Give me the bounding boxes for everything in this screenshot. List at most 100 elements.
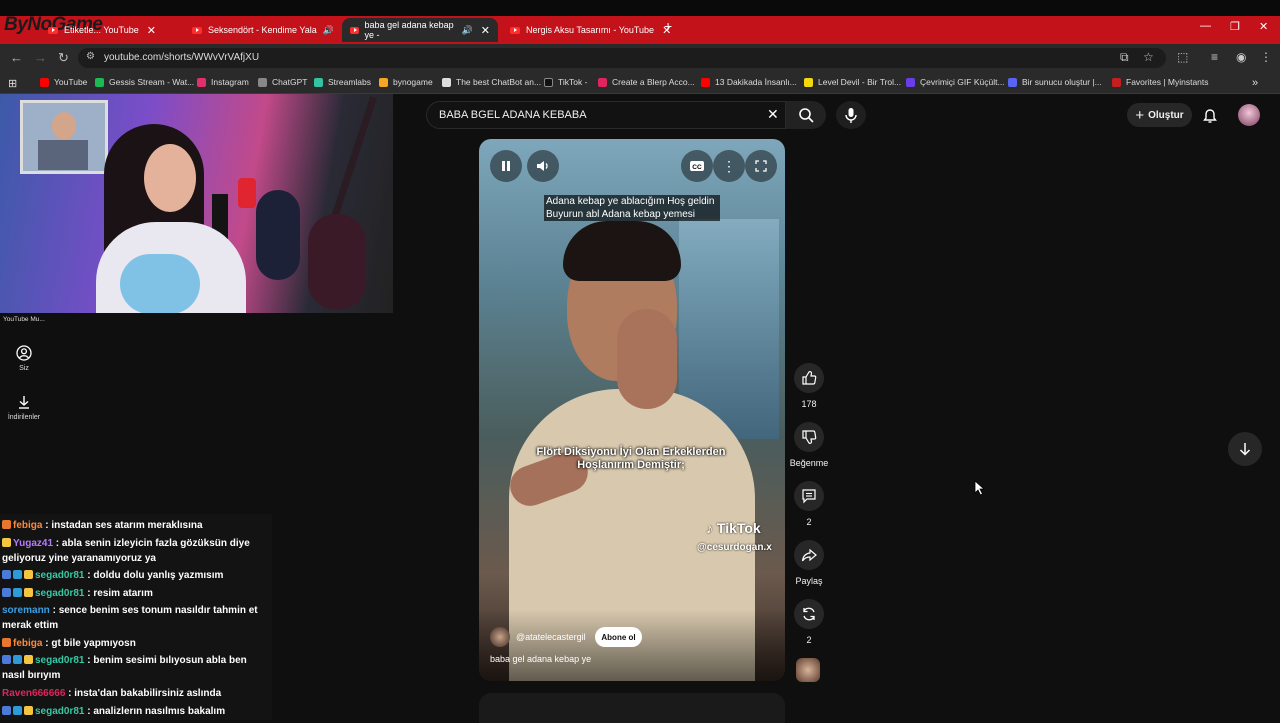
profile-icon[interactable]: ◉ [1236,50,1246,64]
bookmark-label: YouTube [54,77,88,87]
bookmark-item[interactable]: Streamlabs [314,77,371,87]
browser-tab[interactable]: Nergis Aksu Tasarımı - YouTube ✕ [502,18,679,42]
subscribe-button[interactable]: Abone ol [595,627,642,647]
reload-icon[interactable]: ↻ [58,50,69,66]
fullscreen-button[interactable] [745,150,777,182]
more-bookmarks-icon[interactable]: » [1252,77,1258,89]
chat-username[interactable]: Yugaz41 [13,538,53,549]
video-caption-line: Adana kebap ye ablacığım Hoş geldin [544,195,720,208]
like-button[interactable] [794,363,824,393]
install-app-icon[interactable]: ⧉ [1120,50,1129,65]
bookmark-item[interactable]: YouTube [40,77,87,87]
notifications-button[interactable] [1201,106,1219,124]
captions-button[interactable]: CC [681,150,713,182]
chat-username[interactable]: soremann [2,605,50,616]
browser-tab[interactable]: Etiketle... YouTube ✕ [40,18,164,42]
share-button[interactable] [794,540,824,570]
voice-search-button[interactable] [836,101,866,129]
bookmark-item[interactable]: Create a Blerp Acco... [598,77,695,87]
speaker-icon[interactable]: 🔊 [323,25,334,36]
create-button[interactable]: + Oluştur [1127,103,1192,127]
chat-message: febiga : instadan ses atarım meraklısına [2,518,270,533]
search-query: BABA BGEL ADANA KEBABA [439,109,587,121]
sidebar-item-you[interactable]: Siz [0,345,48,372]
volume-button[interactable] [527,150,559,182]
bookmark-item[interactable]: Çevrimiçi GIF Küçült... [906,77,1005,87]
remix-button[interactable] [794,599,824,629]
browser-tab[interactable]: Seksendört - Kendime Yala 🔊 ✕ [184,18,359,42]
bookmark-favicon-icon [314,77,323,87]
chat-username[interactable]: Raven666666 [2,688,65,699]
bookmark-favicon-icon [1112,77,1121,87]
bookmark-label: The best ChatBot an... [456,77,542,87]
bookmark-label: Level Devil - Bir Trol... [818,77,902,87]
bookmark-favicon-icon [40,77,49,87]
sound-thumbnail[interactable] [796,658,820,682]
bookmark-favicon-icon [598,77,607,87]
bookmark-item[interactable]: Instagram [197,77,249,87]
pause-button[interactable] [490,150,522,182]
bookmark-item[interactable]: Bir sunucu oluştur |... [1008,77,1102,87]
bookmark-item[interactable]: Level Devil - Bir Trol... [804,77,901,87]
like-count: 178 [801,399,817,409]
chat-badge-icon [24,655,33,664]
sidebar-item-downloads[interactable]: İndirilenler [0,394,48,421]
channel-avatar[interactable] [490,627,510,647]
bookmark-favicon-icon [379,77,388,87]
chat-text: analizlerın nasılmıs bakalım [93,706,226,717]
more-options-icon[interactable]: ⋮ [713,150,745,182]
chat-username[interactable]: febiga [13,638,42,649]
search-button[interactable] [786,101,826,129]
comments-button[interactable] [794,481,824,511]
channel-name[interactable]: @atatelecastergil [516,632,586,642]
chat-username[interactable]: segad0r81 [35,655,84,666]
forward-icon[interactable]: → [34,50,47,65]
close-window-icon[interactable]: ✕ [1259,20,1268,33]
bookmark-item[interactable]: TikTok - [544,77,587,87]
chat-badge-icon [2,706,11,715]
bookmark-label: Bir sunucu oluştur |... [1022,77,1102,87]
next-short-preview[interactable] [479,693,785,723]
extensions-icon[interactable]: ⬚ [1177,50,1188,64]
bookmark-favicon-icon [804,77,813,87]
chat-username[interactable]: segad0r81 [35,588,84,599]
site-info-icon[interactable]: ⚙ [86,51,95,62]
comments-action: 2 [791,481,827,527]
clear-search-icon[interactable]: ✕ [767,106,779,123]
bookmark-item[interactable]: Gessis Stream - Wat... [95,77,194,87]
video-title[interactable]: baba gel adana kebap ye [490,654,591,664]
speaker-icon[interactable]: 🔊 [462,25,473,36]
guitar [256,190,300,280]
chat-message: segad0r81 : resim atarım [2,586,270,601]
plus-icon: + [1135,106,1145,124]
media-control-icon[interactable]: ≡ [1211,50,1218,64]
dislike-button[interactable] [794,422,824,452]
chat-username[interactable]: segad0r81 [35,706,84,717]
tab-close-icon[interactable]: ✕ [481,24,490,37]
account-avatar[interactable] [1238,104,1260,126]
minimize-icon[interactable]: — [1200,20,1211,32]
chat-username[interactable]: segad0r81 [35,570,84,581]
maximize-icon[interactable]: ❐ [1230,20,1240,33]
chat-separator: : [42,638,52,649]
tab-close-icon[interactable]: ✕ [147,24,156,37]
bookmark-item[interactable]: 13 Dakikada İnsanlı... [701,77,797,87]
remix-icon [803,607,815,621]
sidebar-truncated-label: YouTube Mu... [3,316,45,323]
chat-message: segad0r81 : analizlerın nasılmıs bakalım [2,704,270,719]
chat-username[interactable]: febiga [13,520,42,531]
bookmark-item[interactable]: The best ChatBot an... [442,77,541,87]
menu-kebab-icon[interactable]: ⋮ [1260,50,1272,64]
bookmark-star-icon[interactable]: ☆ [1143,50,1154,64]
microphone-icon [845,108,857,123]
new-tab-icon[interactable]: + [664,18,672,34]
bookmark-item[interactable]: bynogame [379,77,433,87]
next-short-button[interactable] [1228,432,1262,466]
bookmark-item[interactable]: ChatGPT [258,77,307,87]
back-icon[interactable]: ← [10,50,23,65]
apps-grid-icon[interactable]: ⊞ [8,77,17,90]
browser-tab-active[interactable]: baba gel adana kebap ye - 🔊 ✕ [342,18,498,42]
bookmark-favicon-icon [906,77,915,87]
bookmark-item[interactable]: Favorites | Myinstants [1112,77,1209,87]
bookmark-favicon-icon [197,77,206,87]
